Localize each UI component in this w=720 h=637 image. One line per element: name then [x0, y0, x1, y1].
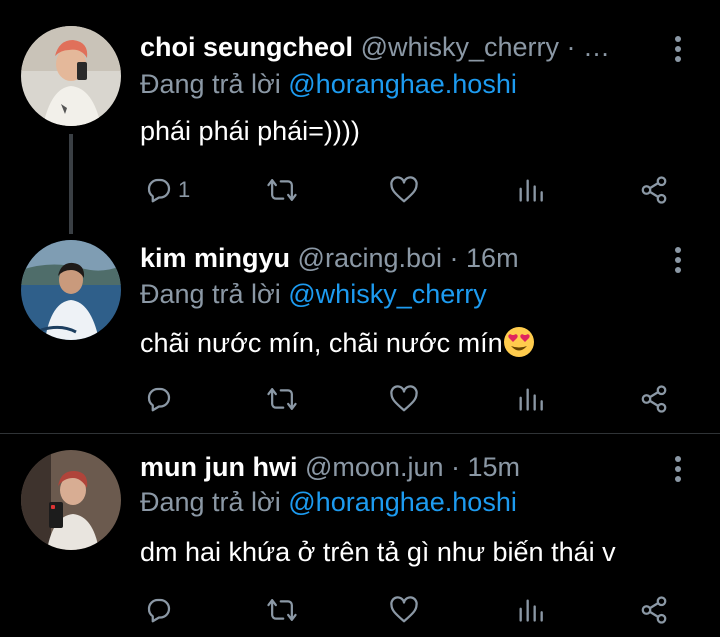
tweet-3[interactable]: mun jun hwi @moon.jun · 15m Đang trả lời… [0, 434, 720, 637]
replying-to-label: Đang trả lời [140, 69, 289, 99]
more-icon[interactable] [668, 245, 688, 275]
replying-to: Đang trả lời @whisky_cherry [140, 277, 487, 311]
avatar[interactable] [21, 240, 121, 340]
display-name[interactable]: choi seungcheol [140, 32, 353, 62]
like-icon [390, 596, 418, 623]
tweet-header: mun jun hwi @moon.jun · 15m [140, 450, 520, 484]
replying-to-label: Đang trả lời [140, 487, 289, 517]
timestamp: · 15m [451, 452, 521, 482]
retweet-icon [267, 388, 297, 410]
reply-icon [147, 387, 171, 412]
share-icon [641, 596, 667, 624]
action-bar [140, 381, 700, 417]
handle[interactable]: @whisky_cherry [361, 32, 559, 62]
timestamp: · … [566, 32, 611, 62]
tweet-header: kim mingyu @racing.boi · 16m [140, 241, 519, 275]
like-button[interactable] [388, 172, 420, 208]
reply-icon [147, 178, 171, 203]
action-bar: 1 [140, 172, 700, 208]
share-icon [641, 385, 667, 413]
display-name[interactable]: kim mingyu [140, 243, 290, 273]
retweet-icon [267, 179, 297, 201]
tweet-text: chãi nước mín, chãi nước mín [140, 326, 535, 360]
reply-button[interactable] [144, 592, 178, 628]
replying-to: Đang trả lời @horanghae.hoshi [140, 67, 517, 101]
heart-eyes-emoji [503, 327, 534, 357]
reply-mention[interactable]: @horanghae.hoshi [288, 69, 517, 99]
views-icon [519, 388, 543, 411]
action-bar [140, 592, 700, 628]
share-button[interactable] [638, 172, 670, 208]
retweet-button[interactable] [266, 592, 298, 628]
reply-icon [147, 598, 171, 623]
replying-to-label: Đang trả lời [140, 279, 289, 309]
like-button[interactable] [388, 381, 420, 417]
views-icon [519, 599, 543, 622]
like-button[interactable] [388, 592, 420, 628]
avatar[interactable] [21, 450, 121, 550]
reply-count: 1 [178, 177, 191, 202]
views-icon [519, 179, 543, 202]
like-icon [390, 176, 418, 203]
reply-button[interactable]: 1 [144, 172, 190, 208]
share-icon [641, 176, 667, 204]
handle[interactable]: @racing.boi [298, 243, 442, 273]
views-button[interactable] [516, 172, 544, 208]
thread-line [69, 134, 73, 234]
like-icon [390, 385, 418, 412]
timestamp: · 16m [449, 243, 519, 273]
share-button[interactable] [638, 381, 670, 417]
tweet-2[interactable]: kim mingyu @racing.boi · 16m Đang trả lờ… [0, 220, 720, 434]
views-button[interactable] [516, 592, 544, 628]
tweet-text: dm hai khứa ở trên tả gì như biến thái v [140, 537, 616, 567]
handle[interactable]: @moon.jun [305, 452, 443, 482]
replying-to: Đang trả lời @horanghae.hoshi [140, 485, 517, 519]
more-icon[interactable] [668, 454, 688, 484]
display-name[interactable]: mun jun hwi [140, 452, 297, 482]
views-button[interactable] [516, 381, 544, 417]
retweet-button[interactable] [266, 172, 298, 208]
retweet-button[interactable] [266, 381, 298, 417]
retweet-icon [267, 599, 297, 621]
avatar[interactable] [21, 26, 121, 126]
share-button[interactable] [638, 592, 670, 628]
reply-mention[interactable]: @horanghae.hoshi [288, 487, 517, 517]
tweet-header: choi seungcheol @whisky_cherry · … [140, 30, 610, 64]
reply-mention[interactable]: @whisky_cherry [288, 279, 486, 309]
reply-button[interactable] [144, 381, 178, 417]
tweet-1[interactable]: choi seungcheol @whisky_cherry · … Đang … [0, 0, 720, 234]
tweet-text: phái phái phái=)))) [140, 116, 360, 146]
tweet-text-content: chãi nước mín, chãi nước mín [140, 328, 503, 358]
more-icon[interactable] [668, 34, 688, 64]
